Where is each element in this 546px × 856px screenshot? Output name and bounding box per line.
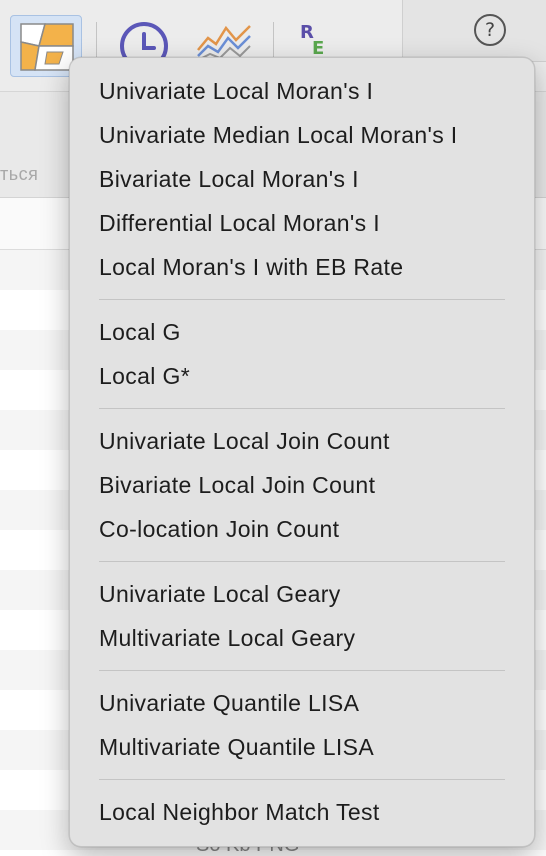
menu-separator <box>99 670 505 671</box>
menu-item[interactable]: Univariate Local Moran's I <box>70 69 534 113</box>
toolbar-separator <box>273 22 274 58</box>
toolbar-separator <box>96 22 97 58</box>
menu-item[interactable]: Local Neighbor Match Test <box>70 790 534 834</box>
menu-item[interactable]: Bivariate Local Moran's I <box>70 157 534 201</box>
menu-separator <box>99 299 505 300</box>
menu-item[interactable]: Local G* <box>70 354 534 398</box>
menu-item[interactable]: Univariate Quantile LISA <box>70 681 534 725</box>
menu-item[interactable]: Univariate Median Local Moran's I <box>70 113 534 157</box>
svg-text:E: E <box>312 38 324 59</box>
menu-separator <box>99 561 505 562</box>
menu-item[interactable]: Multivariate Quantile LISA <box>70 725 534 769</box>
menu-item[interactable]: Local Moran's I with EB Rate <box>70 245 534 289</box>
partial-label: ться <box>0 164 39 184</box>
menu-item[interactable]: Univariate Local Geary <box>70 572 534 616</box>
menu-separator <box>99 408 505 409</box>
menu-item[interactable]: Multivariate Local Geary <box>70 616 534 660</box>
line-chart-icon[interactable] <box>196 20 252 62</box>
lisa-menu: Univariate Local Moran's I Univariate Med… <box>69 57 535 847</box>
regression-icon[interactable]: R E <box>296 18 336 62</box>
menu-item[interactable]: Univariate Local Join Count <box>70 419 534 463</box>
question-mark-icon[interactable]: ? <box>474 14 506 46</box>
menu-item[interactable]: Co-location Join Count <box>70 507 534 551</box>
menu-item[interactable]: Local G <box>70 310 534 354</box>
menu-separator <box>99 779 505 780</box>
menu-item[interactable]: Differential Local Moran's I <box>70 201 534 245</box>
menu-item[interactable]: Bivariate Local Join Count <box>70 463 534 507</box>
